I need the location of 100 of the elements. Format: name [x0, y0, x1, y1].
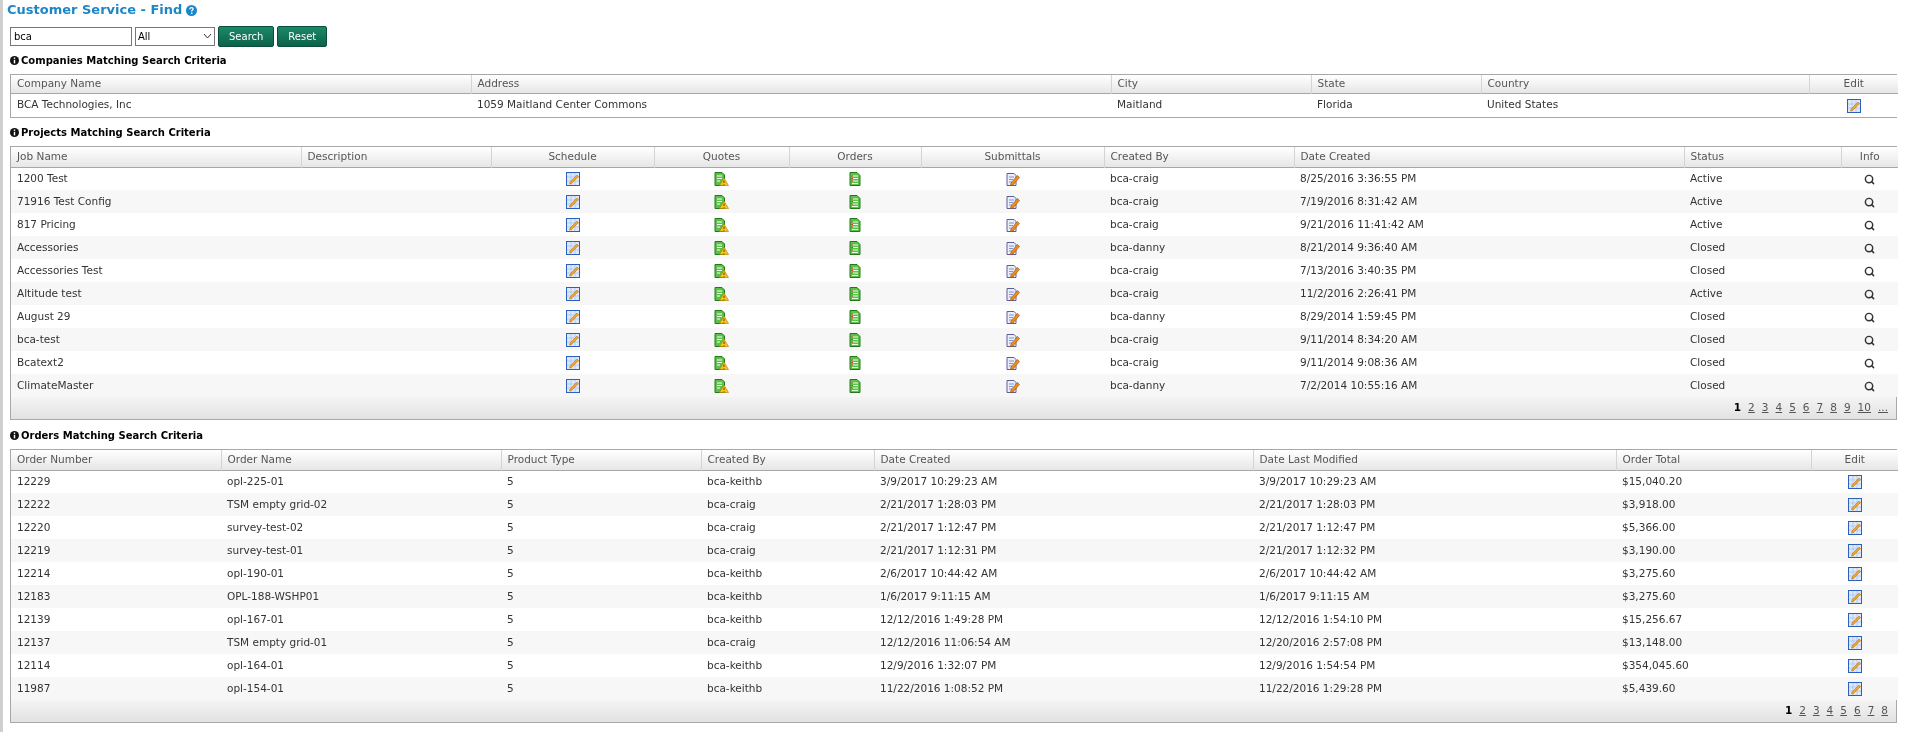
edit-grid-icon[interactable]: [565, 241, 580, 255]
page-link[interactable]: 4: [1826, 703, 1834, 719]
edit-grid-icon[interactable]: [1847, 659, 1862, 673]
column-header[interactable]: Order Total: [1622, 452, 1681, 465]
column-header[interactable]: City: [1117, 76, 1139, 89]
column-header[interactable]: Date Created: [1300, 149, 1371, 162]
document-pencil-icon[interactable]: [1005, 195, 1020, 209]
page-link[interactable]: 6: [1853, 703, 1861, 719]
edit-grid-icon[interactable]: [565, 310, 580, 324]
document-pencil-icon[interactable]: [1005, 287, 1020, 301]
document-list-icon[interactable]: [849, 241, 861, 255]
document-pencil-icon[interactable]: [1005, 172, 1020, 187]
document-warning-icon[interactable]: [714, 172, 729, 187]
page-link[interactable]: 8: [1830, 400, 1837, 416]
page-link[interactable]: 1: [1733, 400, 1742, 416]
page-link[interactable]: 6: [1802, 400, 1810, 416]
page-link[interactable]: 2: [1748, 400, 1755, 416]
page-link[interactable]: 8: [1881, 703, 1888, 719]
help-icon[interactable]: [186, 4, 198, 16]
page-link[interactable]: ...: [1878, 400, 1888, 416]
edit-grid-icon[interactable]: [1847, 498, 1862, 512]
search-icon[interactable]: [1864, 311, 1875, 323]
page-link[interactable]: 3: [1812, 703, 1820, 719]
edit-grid-icon[interactable]: [565, 356, 580, 370]
document-pencil-icon[interactable]: [1005, 264, 1020, 278]
search-icon[interactable]: [1864, 357, 1875, 369]
document-list-icon[interactable]: [849, 264, 861, 278]
document-pencil-icon[interactable]: [1005, 241, 1020, 255]
document-warning-icon[interactable]: [714, 264, 729, 278]
page-link[interactable]: 1: [1784, 703, 1793, 719]
document-list-icon[interactable]: [849, 172, 861, 187]
page-link[interactable]: 9: [1843, 400, 1851, 416]
column-header[interactable]: Date Last Modified: [1259, 452, 1358, 465]
column-header[interactable]: Edit: [1843, 76, 1864, 89]
column-header[interactable]: Country: [1487, 76, 1530, 89]
document-list-icon[interactable]: [849, 195, 861, 209]
column-header[interactable]: State: [1317, 76, 1346, 89]
column-header[interactable]: Address: [477, 76, 520, 89]
document-warning-icon[interactable]: [714, 218, 729, 232]
search-icon[interactable]: [1864, 380, 1875, 392]
document-warning-icon[interactable]: [714, 287, 729, 301]
page-link[interactable]: 5: [1789, 400, 1796, 416]
column-header[interactable]: Date Created: [880, 452, 951, 465]
document-list-icon[interactable]: [849, 379, 861, 393]
edit-grid-icon[interactable]: [565, 379, 580, 393]
search-icon[interactable]: [1864, 334, 1875, 346]
page-link[interactable]: 7: [1816, 400, 1824, 416]
action-button[interactable]: Search: [218, 25, 275, 47]
document-pencil-icon[interactable]: [1005, 218, 1020, 232]
column-header[interactable]: Orders: [837, 149, 873, 162]
edit-grid-icon[interactable]: [565, 287, 580, 301]
document-pencil-icon[interactable]: [1005, 356, 1020, 370]
edit-grid-icon[interactable]: [1847, 613, 1862, 627]
document-warning-icon[interactable]: [714, 241, 729, 255]
edit-grid-icon[interactable]: [565, 172, 580, 187]
edit-grid-icon[interactable]: [1847, 682, 1862, 696]
document-warning-icon[interactable]: [714, 356, 729, 370]
document-warning-icon[interactable]: [714, 195, 729, 209]
edit-grid-icon[interactable]: [1847, 567, 1862, 581]
column-header[interactable]: Quotes: [702, 149, 741, 162]
edit-grid-icon[interactable]: [1847, 590, 1862, 604]
filter-dropdown[interactable]: All: [135, 26, 215, 46]
search-icon[interactable]: [1864, 219, 1875, 231]
column-header[interactable]: Schedule: [548, 149, 597, 162]
edit-grid-icon[interactable]: [1847, 544, 1862, 558]
page-link[interactable]: 7: [1867, 703, 1875, 719]
document-list-icon[interactable]: [849, 333, 861, 347]
column-header[interactable]: Status: [1690, 149, 1724, 162]
edit-grid-icon[interactable]: [1847, 636, 1862, 650]
column-header[interactable]: Company Name: [17, 76, 102, 89]
search-icon[interactable]: [1864, 288, 1875, 300]
page-link[interactable]: 4: [1775, 400, 1783, 416]
document-warning-icon[interactable]: [714, 333, 729, 347]
column-header[interactable]: Job Name: [17, 149, 68, 162]
document-pencil-icon[interactable]: [1005, 379, 1020, 393]
document-list-icon[interactable]: [849, 356, 861, 370]
search-icon[interactable]: [1864, 242, 1875, 254]
edit-grid-icon[interactable]: [1846, 98, 1861, 113]
document-warning-icon[interactable]: [714, 379, 729, 393]
column-header[interactable]: Order Name: [227, 452, 292, 465]
page-link[interactable]: 5: [1840, 703, 1847, 719]
search-field[interactable]: bca: [10, 26, 132, 46]
edit-grid-icon[interactable]: [1847, 475, 1862, 490]
document-pencil-icon[interactable]: [1005, 310, 1020, 324]
search-icon[interactable]: [1864, 196, 1875, 208]
document-warning-icon[interactable]: [714, 310, 729, 324]
page-link[interactable]: 2: [1799, 703, 1806, 719]
document-list-icon[interactable]: [849, 287, 861, 301]
search-icon[interactable]: [1864, 265, 1875, 277]
edit-grid-icon[interactable]: [565, 333, 580, 347]
action-button[interactable]: Reset: [277, 25, 328, 47]
document-list-icon[interactable]: [849, 218, 861, 232]
edit-grid-icon[interactable]: [565, 264, 580, 278]
edit-grid-icon[interactable]: [565, 218, 580, 232]
page-link[interactable]: 3: [1761, 400, 1769, 416]
edit-grid-icon[interactable]: [565, 195, 580, 209]
document-list-icon[interactable]: [849, 310, 861, 324]
edit-grid-icon[interactable]: [1847, 521, 1862, 535]
search-icon[interactable]: [1864, 173, 1875, 185]
page-link[interactable]: 10: [1857, 400, 1871, 416]
